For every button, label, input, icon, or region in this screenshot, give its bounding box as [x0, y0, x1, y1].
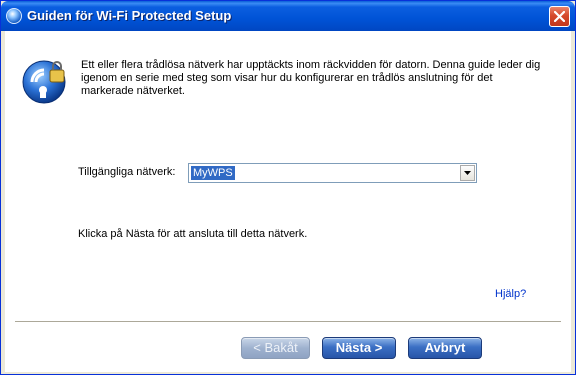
chevron-down-icon	[464, 171, 471, 175]
divider	[15, 321, 561, 323]
hint-text: Klicka på Nästa för att ansluta till det…	[78, 228, 308, 240]
close-button[interactable]	[549, 6, 570, 27]
dropdown-button[interactable]	[460, 165, 475, 181]
network-select[interactable]: MyWPS	[188, 163, 477, 183]
next-button[interactable]: Nästa >	[322, 337, 396, 359]
wizard-content: Ett eller flera trådlösa nätverk har upp…	[5, 31, 571, 372]
network-label: Tillgängliga nätverk:	[78, 166, 176, 178]
intro-text: Ett eller flera trådlösa nätverk har upp…	[81, 59, 541, 97]
wizard-window: Guiden för Wi-Fi Protected Setup Ett ell…	[0, 0, 576, 375]
window-title: Guiden för Wi-Fi Protected Setup	[27, 8, 232, 23]
title-bar[interactable]: Guiden för Wi-Fi Protected Setup	[1, 1, 575, 31]
close-icon	[554, 11, 565, 22]
wifi-lock-icon	[22, 60, 66, 104]
back-button[interactable]: < Bakåt	[241, 337, 310, 359]
cancel-button[interactable]: Avbryt	[408, 337, 482, 359]
help-link[interactable]: Hjälp?	[495, 288, 526, 300]
wifi-setup-icon	[6, 8, 22, 24]
network-selected-value: MyWPS	[191, 166, 235, 180]
